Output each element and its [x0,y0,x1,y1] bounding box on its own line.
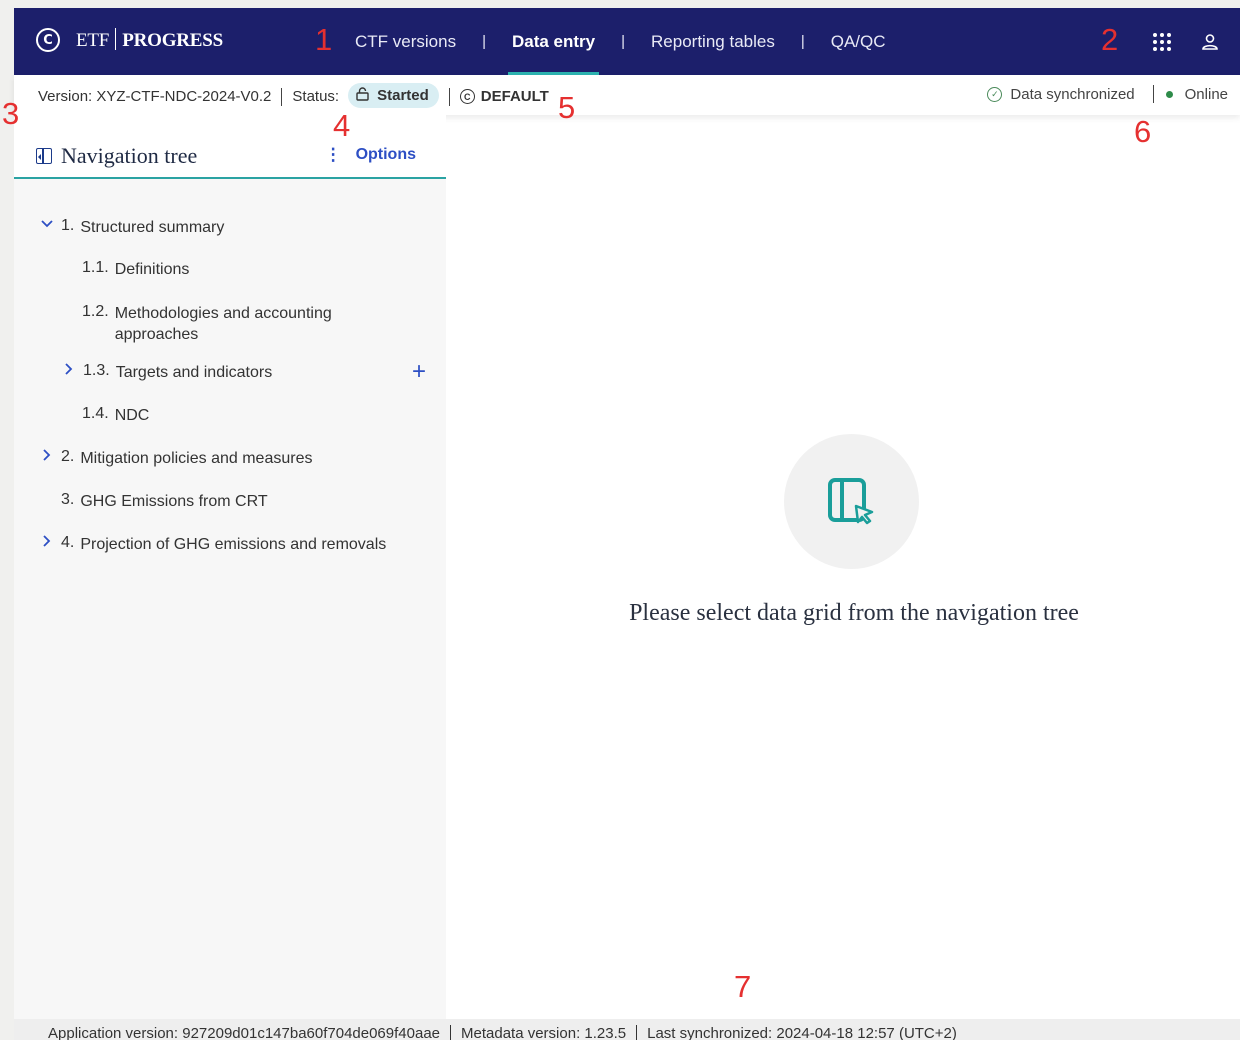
empty-state-illustration [784,434,919,569]
main-nav: CTF versions | Data entry | Reporting ta… [355,8,886,75]
collapse-panel-icon[interactable] [36,148,52,164]
tree-node-1-4[interactable]: 1.4. NDC [82,405,149,426]
kebab-menu-icon: ⋮ [324,145,342,164]
app-frame: C ETF PROGRESS CTF versions | Data entry … [14,8,1240,1040]
metadata-version: Metadata version: 1.23.5 [461,1025,627,1040]
tree-node-4[interactable]: 4. Projection of GHG emissions and remov… [40,534,386,555]
navigation-sidebar: Navigation tree ⋮ Options 1. Structured … [14,115,446,1019]
tree-node-2[interactable]: 2. Mitigation policies and measures [40,448,312,469]
logo[interactable]: C ETF PROGRESS [36,28,223,52]
divider [636,1024,638,1040]
status-label: Status: [292,88,340,105]
annotation-1: 1 [315,22,333,57]
nav-reporting-tables[interactable]: Reporting tables [651,8,775,75]
tree-node-1-2[interactable]: 1.2. Methodologies and accounting approa… [82,303,402,345]
options-button[interactable]: ⋮ Options [325,145,416,165]
user-icon[interactable] [1196,28,1224,56]
sidebar-header: Navigation tree ⋮ Options [14,115,446,179]
tree-node-label: GHG Emissions from CRT [80,493,268,510]
chevron-right-icon[interactable] [62,362,80,380]
brand-name: PROGRESS [122,30,224,51]
tree-node-number: 1. [61,217,75,234]
panel-select-cursor-icon [828,478,874,525]
tree-node-number: 2. [61,448,75,465]
tree-node-number: 4. [61,534,75,551]
version-label: Version: XYZ-CTF-NDC-2024-V0.2 [38,88,272,105]
divider [450,1024,451,1040]
divider [1152,85,1154,103]
tree-node-1-1[interactable]: 1.1. Definitions [82,259,189,280]
top-bar: C ETF PROGRESS CTF versions | Data entry … [14,8,1240,75]
last-synchronized: Last synchronized: 2024-04-18 12:57 (UTC… [647,1025,957,1040]
status-bar: Version: XYZ-CTF-NDC-2024-V0.2 Status: S… [14,75,1240,115]
tree-node-label: Structured summary [80,219,225,236]
divider [281,87,283,106]
apps-grid-icon[interactable] [1148,28,1176,56]
tree-node-label: NDC [114,407,150,424]
online-dot-icon [1165,90,1173,98]
nav-ctf-versions[interactable]: CTF versions [355,8,456,75]
tree-node-number: 1.3. [83,362,110,379]
default-label: C DEFAULT [459,88,549,105]
chevron-right-icon[interactable] [40,448,58,466]
sync-status: Data synchronized [1010,85,1135,103]
chevron-down-icon[interactable] [40,217,58,235]
online-status: Online [1184,85,1228,103]
nav-separator: | [621,33,626,50]
annotation-5: 5 [558,90,576,125]
annotation-7: 7 [734,969,752,1004]
footer-bar: Application version: 927209d01c147ba60f7… [14,1019,1240,1040]
sidebar-title: Navigation tree [36,143,197,169]
tree-node-3[interactable]: 3. GHG Emissions from CRT [61,491,268,512]
tree-node-number: 1.2. [82,303,109,320]
tree-node-label: Mitigation policies and measures [80,450,313,467]
check-circle-icon: ✓ [987,86,1003,102]
tree-node-number: 1.1. [82,259,109,276]
nav-separator: | [482,33,486,50]
app-version: Application version: 927209d01c147ba60f7… [48,1025,440,1040]
tree-node-label: Projection of GHG emissions and removals [80,536,387,553]
options-label: Options [355,146,416,163]
tree-node-label: Methodologies and accounting approaches [114,305,332,343]
plus-icon[interactable]: + [412,360,426,384]
divider [448,87,450,106]
tree-node-1[interactable]: 1. Structured summary [40,217,224,238]
brand-prefix: ETF [76,30,110,51]
annotation-2: 2 [1101,22,1119,57]
annotation-3: 3 [2,96,20,131]
annotation-4: 4 [333,108,351,143]
default-text: DEFAULT [480,88,549,105]
brand-divider [115,28,117,50]
un-emblem-icon: C [36,28,60,52]
chevron-right-icon[interactable] [40,534,58,552]
status-value: Started [377,87,429,104]
annotation-6: 6 [1134,114,1152,149]
brand: ETF PROGRESS [76,28,223,52]
un-emblem-icon: C [459,89,475,104]
tree-node-label: Definitions [114,261,190,278]
nav-separator: | [800,33,805,50]
nav-data-entry[interactable]: Data entry [507,8,600,75]
tree-node-number: 1.4. [82,405,109,422]
unlock-icon [356,87,369,104]
status-badge: Started [348,83,439,108]
tree-node-label: Targets and indicators [115,364,273,381]
tree-node-number: 3. [61,491,75,508]
sidebar-title-text: Navigation tree [61,143,198,168]
nav-qa-qc[interactable]: QA/QC [831,8,886,75]
tree-node-1-3[interactable]: 1.3. Targets and indicators [62,362,272,383]
empty-state-message: Please select data grid from the navigat… [629,600,1079,626]
